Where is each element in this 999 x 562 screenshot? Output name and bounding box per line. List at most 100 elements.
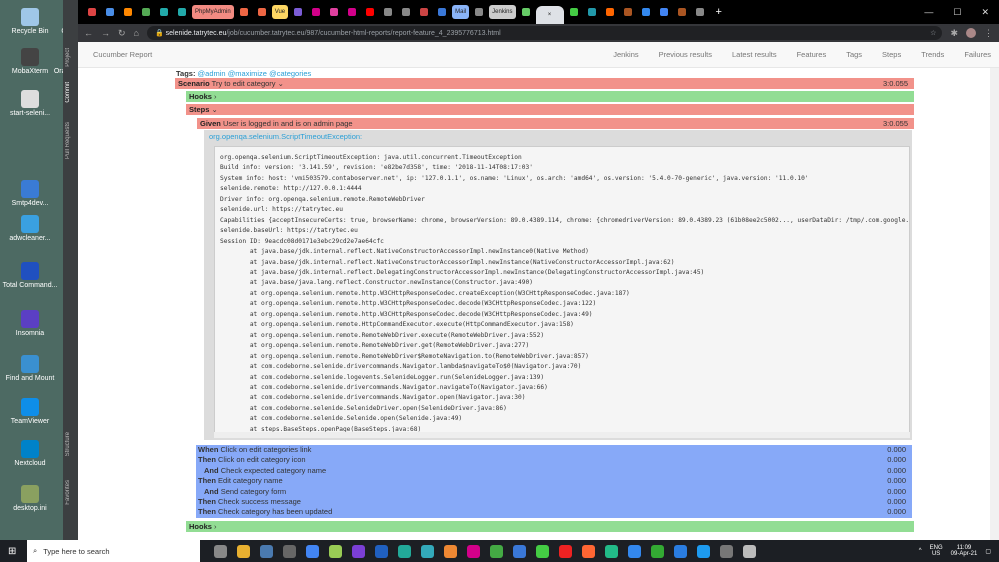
ide-tab-structure[interactable]: Structure: [65, 432, 71, 456]
taskbar-app-icon[interactable]: [214, 544, 227, 558]
brand[interactable]: Cucumber Report: [93, 50, 152, 59]
menu-icon[interactable]: ⋮: [984, 28, 993, 39]
browser-tab[interactable]: [656, 5, 672, 19]
taskbar-app-icon[interactable]: [398, 544, 411, 558]
desktop-icon[interactable]: start-seleni...: [0, 90, 60, 118]
browser-tab[interactable]: [344, 5, 360, 19]
taskbar-search[interactable]: ⌕ Type here to search: [27, 540, 200, 562]
desktop-icon[interactable]: TeamViewer: [0, 398, 60, 426]
browser-tab[interactable]: [120, 5, 136, 19]
browser-tab[interactable]: [102, 5, 118, 19]
taskbar-app-icon[interactable]: [283, 544, 296, 558]
browser-tab[interactable]: [174, 5, 190, 19]
taskbar-app-icon[interactable]: [421, 544, 434, 558]
browser-tab[interactable]: [308, 5, 324, 19]
nav-link-trends[interactable]: Trends: [921, 50, 944, 59]
taskbar-app-icon[interactable]: [651, 544, 664, 558]
url-input[interactable]: 🔒 selenide.tatrytec.eu/job/cucumber.tatr…: [146, 26, 943, 40]
browser-tab[interactable]: ×: [535, 6, 564, 24]
language-indicator[interactable]: ENG US: [930, 545, 943, 557]
windows-start-icon[interactable]: ⊞: [8, 546, 16, 557]
browser-tab[interactable]: [326, 5, 342, 19]
browser-tab[interactable]: Vue: [271, 5, 289, 19]
taskbar-app-icon[interactable]: [237, 544, 250, 558]
ide-tab-project[interactable]: Project: [65, 48, 71, 67]
nav-link-previous-results[interactable]: Previous results: [659, 50, 712, 59]
extensions-icon[interactable]: ✱: [950, 28, 958, 39]
taskbar-app-icon[interactable]: [444, 544, 457, 558]
taskbar-app-icon[interactable]: [536, 544, 549, 558]
browser-tab[interactable]: [398, 5, 414, 19]
taskbar-app-icon[interactable]: [559, 544, 572, 558]
taskbar-app-icon[interactable]: [467, 544, 480, 558]
reload-icon[interactable]: ↻: [118, 28, 126, 39]
nav-link-jenkins[interactable]: Jenkins: [613, 50, 638, 59]
taskbar-app-icon[interactable]: [674, 544, 687, 558]
browser-tab[interactable]: [620, 5, 636, 19]
maximize-icon[interactable]: ☐: [953, 7, 961, 18]
desktop-icon[interactable]: adwcleaner...: [0, 215, 60, 243]
browser-tab[interactable]: [156, 5, 172, 19]
ide-tab-favorites[interactable]: Favorites: [65, 480, 71, 505]
back-icon[interactable]: ←: [84, 28, 93, 38]
forward-icon[interactable]: →: [101, 28, 110, 38]
steps-bar[interactable]: Steps ⌄: [186, 104, 914, 115]
browser-tab[interactable]: [138, 5, 154, 19]
ide-tab-pull-requests[interactable]: Pull Requests: [65, 122, 71, 159]
browser-tab[interactable]: Mail: [452, 5, 470, 19]
ide-tab-commit[interactable]: Commit: [65, 82, 71, 103]
browser-tab[interactable]: [471, 5, 487, 19]
after-hooks-bar[interactable]: Hooks ›: [186, 521, 914, 532]
browser-tab[interactable]: [692, 5, 708, 19]
desktop-icon[interactable]: desktop.ini: [0, 485, 60, 513]
nav-link-failures[interactable]: Failures: [964, 50, 991, 59]
browser-tab[interactable]: Jenkins: [489, 5, 516, 19]
new-tab-button[interactable]: +: [716, 6, 722, 18]
nav-link-steps[interactable]: Steps: [882, 50, 901, 59]
bookmark-star-icon[interactable]: ☆: [930, 29, 942, 37]
taskbar-app-icon[interactable]: [697, 544, 710, 558]
browser-tab[interactable]: [518, 5, 534, 19]
taskbar-app-icon[interactable]: [306, 544, 319, 558]
browser-tab[interactable]: [236, 5, 252, 19]
browser-tab[interactable]: [638, 5, 654, 19]
tag-link[interactable]: @admin: [198, 69, 226, 78]
taskbar-app-icon[interactable]: [375, 544, 388, 558]
taskbar-app-icon[interactable]: [260, 544, 273, 558]
desktop-icon[interactable]: Nextcloud: [0, 440, 60, 468]
desktop-icon[interactable]: Find and Mount: [0, 355, 60, 383]
home-icon[interactable]: ⌂: [134, 28, 139, 38]
browser-tab[interactable]: [84, 5, 100, 19]
browser-tab[interactable]: [254, 5, 270, 19]
notifications-icon[interactable]: ▢: [985, 548, 991, 555]
taskbar-app-icon[interactable]: [513, 544, 526, 558]
desktop-icon[interactable]: Total Command...: [0, 262, 60, 290]
horizontal-scrollbar[interactable]: [214, 432, 910, 438]
browser-tab[interactable]: [584, 5, 600, 19]
browser-tab[interactable]: [290, 5, 306, 19]
taskbar-app-icon[interactable]: [628, 544, 641, 558]
taskbar-app-icon[interactable]: [605, 544, 618, 558]
browser-tab[interactable]: [674, 5, 690, 19]
clock[interactable]: 11:09 09-Apr-21: [951, 545, 978, 557]
scenario-bar[interactable]: Scenario Try to edit category ⌄ 3:0.055: [175, 78, 914, 89]
profile-avatar[interactable]: [966, 28, 976, 38]
tray-chevron-icon[interactable]: ^: [919, 548, 922, 554]
taskbar-app-icon[interactable]: [490, 544, 503, 558]
nav-link-tags[interactable]: Tags: [846, 50, 862, 59]
nav-link-features[interactable]: Features: [797, 50, 827, 59]
browser-tab[interactable]: [362, 5, 378, 19]
taskbar-app-icon[interactable]: [329, 544, 342, 558]
browser-tab[interactable]: [434, 5, 450, 19]
taskbar-app-icon[interactable]: [743, 544, 756, 558]
desktop-icon[interactable]: Smtp4dev...: [0, 180, 60, 208]
browser-tab[interactable]: [416, 5, 432, 19]
browser-tab[interactable]: PhpMyAdmin: [192, 5, 234, 19]
taskbar-app-icon[interactable]: [720, 544, 733, 558]
minimize-icon[interactable]: —: [924, 7, 933, 18]
tag-link[interactable]: @maximize: [228, 69, 267, 78]
taskbar-app-icon[interactable]: [352, 544, 365, 558]
browser-tab[interactable]: [380, 5, 396, 19]
close-icon[interactable]: ✕: [981, 7, 989, 18]
tag-link[interactable]: @categories: [269, 69, 311, 78]
